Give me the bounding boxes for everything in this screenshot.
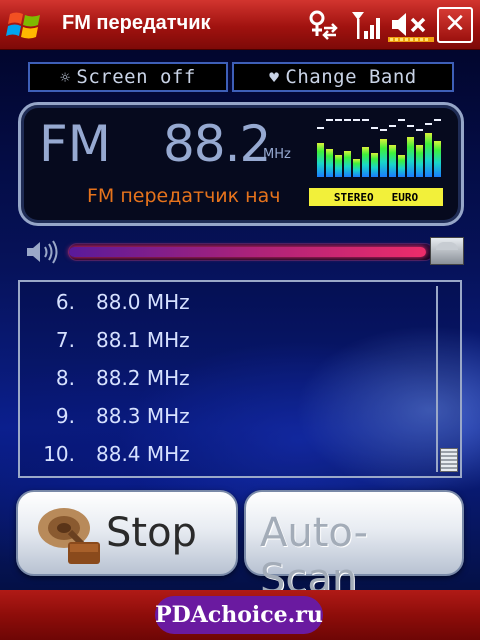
frequency-display: FM 88.2 MHz FM передатчик нач STEREO EUR…	[18, 102, 464, 226]
screen-off-button[interactable]: ☼ Screen off	[28, 62, 228, 92]
preset-list[interactable]: 6. 88.0 MHz 7. 88.1 MHz 8. 88.2 MHz 9. 88.3 MHz…	[18, 280, 462, 478]
sun-icon: ☼	[60, 67, 71, 87]
preset-index: 10.	[43, 442, 75, 466]
preset-index: 9.	[55, 404, 75, 428]
preset-item[interactable]: 9. 88.3 MHz	[20, 398, 430, 436]
volume-muted-icon[interactable]	[388, 8, 434, 42]
windows-start-icon[interactable]	[6, 8, 44, 42]
preset-item[interactable]: 6. 88.0 MHz	[20, 284, 430, 322]
preset-index: 7.	[55, 328, 75, 352]
scrollbar-thumb[interactable]	[440, 448, 458, 472]
preset-item[interactable]: 10. 88.4 MHz	[20, 436, 430, 474]
volume-fill	[69, 247, 426, 257]
preset-frequency: 88.1 MHz	[96, 328, 190, 352]
signal-icon[interactable]	[350, 8, 382, 42]
preset-frequency: 88.2 MHz	[96, 366, 190, 390]
auto-scan-button[interactable]: Auto-Scan	[244, 490, 464, 590]
speaker-icon[interactable]	[24, 238, 64, 266]
preset-frequency: 88.0 MHz	[96, 290, 190, 314]
stop-button[interactable]: Stop	[16, 490, 238, 576]
frequency-unit: MHz	[263, 147, 291, 162]
preset-item[interactable]: 7. 88.1 MHz	[20, 322, 430, 360]
preset-list-scrollbar[interactable]	[436, 286, 458, 472]
watermark: PDAchoice.ru	[155, 596, 323, 634]
stereo-badge: STEREO EURO	[309, 188, 443, 206]
preset-frequency: 88.4 MHz	[96, 442, 190, 466]
title-bar: FM передатчик ✕	[0, 0, 480, 50]
frequency-value: 88.2	[163, 115, 271, 173]
close-button[interactable]: ✕	[437, 7, 473, 43]
screen-off-label: Screen off	[76, 66, 196, 88]
station-name: FM передатчик нач	[87, 185, 281, 207]
change-band-button[interactable]: ♥ Change Band	[232, 62, 454, 92]
auto-scan-label: Auto-Scan	[260, 510, 369, 590]
volume-slider-handle[interactable]	[430, 237, 464, 265]
stereo-label: STEREO	[333, 190, 374, 204]
connectivity-icon[interactable]	[306, 8, 340, 42]
window-title: FM передатчик	[62, 12, 211, 34]
gramophone-icon	[38, 508, 100, 564]
band-label: FM	[39, 115, 111, 173]
preset-index: 6.	[55, 290, 75, 314]
spectrum-analyzer-icon	[317, 119, 441, 177]
main-area: ☼ Screen off ♥ Change Band FM 88.2 MHz F…	[0, 50, 480, 590]
region-label: EURO	[391, 190, 419, 204]
preset-item[interactable]: 8. 88.2 MHz	[20, 360, 430, 398]
stop-label: Stop	[106, 510, 197, 556]
preset-index: 8.	[55, 366, 75, 390]
antenna-icon: ♥	[269, 67, 280, 87]
volume-slider[interactable]	[68, 243, 434, 261]
change-band-label: Change Band	[285, 66, 417, 88]
preset-frequency: 88.3 MHz	[96, 404, 190, 428]
